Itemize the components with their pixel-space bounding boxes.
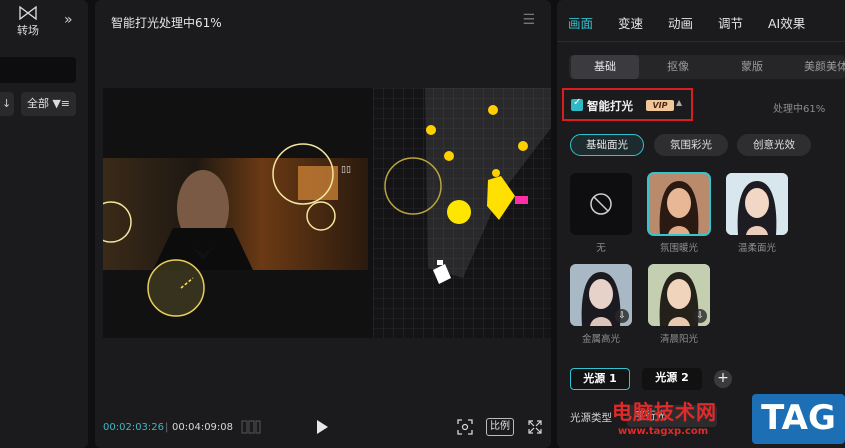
preset-thumb: [570, 173, 632, 235]
check-icon: ✓: [573, 97, 582, 108]
light-dot[interactable]: [492, 169, 500, 177]
light-point[interactable]: [447, 200, 471, 224]
transition-icon: [19, 6, 37, 20]
preset-caption: 氛围暖光: [659, 243, 698, 254]
watermark-url: www.tagxp.com: [618, 426, 709, 437]
light-dot[interactable]: [426, 125, 436, 135]
tab-ai-effects[interactable]: AI效果: [768, 13, 805, 32]
preset-morning-sun[interactable]: ⇩ 清晨阳光: [648, 264, 710, 345]
smart-light-label: 智能打光: [587, 99, 633, 113]
timeline-grid-icon[interactable]: [241, 419, 261, 435]
sub-tabs: 基础 抠像 蒙版 美颜美体: [569, 55, 845, 79]
light-dot[interactable]: [488, 105, 498, 115]
processing-status: 处理中61%: [773, 104, 826, 115]
total-time: 00:04:09:08: [172, 422, 234, 433]
subtab-mask[interactable]: 蒙版: [719, 55, 785, 79]
preset-soft-face[interactable]: 温柔面光: [726, 173, 788, 254]
light-dot[interactable]: [444, 151, 454, 161]
preset-metal-highlight[interactable]: ⇩ 金属高光: [570, 264, 632, 345]
tab-picture[interactable]: 画面: [568, 13, 593, 32]
vip-badge: VIP: [646, 100, 674, 111]
preset-caption: 温柔面光: [737, 243, 776, 254]
double-chevron-right-icon[interactable]: »: [64, 12, 73, 28]
source-type-label: 光源类型: [570, 412, 612, 424]
filter-label: 全部: [27, 97, 49, 110]
mode-basic-face-light[interactable]: 基础面光: [570, 134, 644, 156]
preset-caption: 无: [596, 243, 606, 254]
transition-label: 转场: [17, 24, 39, 37]
smart-light-checkbox[interactable]: ✓: [571, 97, 583, 111]
watermark-logo-text: TAG: [761, 398, 836, 438]
light-emitter[interactable]: [515, 196, 528, 204]
player-panel: 智能打光处理中61% ☰ ▯▯ 00:02:03:26 | 00:04:09:0…: [95, 0, 551, 448]
tab-animation[interactable]: 动画: [668, 13, 693, 32]
smart-light-row: ✓ 智能打光 VIP ▲ 处理中61% ‹: [562, 88, 839, 121]
filter-icon: ▼≡: [52, 97, 70, 110]
property-tabs: 画面 变速 动画 调节 AI效果: [557, 0, 845, 42]
preview-svg: ▯▯: [103, 88, 551, 338]
left-panel: 转场 » ↓ 全部 ▼≡: [0, 0, 88, 448]
preset-thumb: ⇩: [570, 264, 632, 326]
subtab-beauty[interactable]: 美颜美体: [791, 55, 845, 79]
preset-warm-ambient[interactable]: 氛围暖光: [647, 172, 711, 254]
portrait-image: [648, 173, 710, 235]
preset-none[interactable]: 无: [570, 173, 632, 254]
subtab-basic[interactable]: 基础: [571, 55, 639, 79]
light-source-handle[interactable]: [147, 259, 205, 317]
current-time: 00:02:03:26: [103, 422, 165, 433]
properties-panel: 画面 变速 动画 调节 AI效果 基础 抠像 蒙版 美颜美体 ✓ 智能打光 VI…: [557, 0, 845, 448]
mode-creative-light[interactable]: 创意光效: [737, 134, 811, 156]
focus-icon[interactable]: [457, 419, 473, 435]
none-circle-slash-icon: [590, 193, 612, 215]
player-title: 智能打光处理中61%: [111, 16, 222, 30]
preset-caption: 金属高光: [581, 334, 620, 345]
site-watermark: 电脑技术网 www.tagxp.com TAG: [612, 392, 845, 448]
preview-canvas[interactable]: ▯▯: [103, 88, 551, 338]
overlay-marker-icon: ▯▯: [341, 165, 351, 175]
tab-transition[interactable]: 转场: [6, 6, 50, 42]
app-window: 转场 » ↓ 全部 ▼≡ 智能打光处理中61% ☰ ▯▯ 00:02:03:26…: [0, 0, 845, 448]
sort-button[interactable]: ↓: [0, 92, 14, 116]
add-light-source-button[interactable]: +: [714, 370, 732, 388]
preset-thumb: [647, 172, 711, 236]
collapse-caret-icon[interactable]: ▲: [676, 98, 682, 107]
tab-adjust[interactable]: 调节: [718, 13, 743, 32]
download-icon[interactable]: ⇩: [693, 309, 707, 323]
preset-thumb: [726, 173, 788, 235]
tab-speed[interactable]: 变速: [618, 13, 643, 32]
watermark-text: 电脑技术网: [612, 400, 717, 424]
mode-ambient-color-light[interactable]: 氛围彩光: [654, 134, 728, 156]
ratio-button[interactable]: 比例: [486, 418, 514, 436]
preset-caption: 清晨阳光: [659, 334, 698, 345]
portrait-image: [726, 173, 788, 235]
hamburger-menu-icon[interactable]: ☰: [522, 12, 535, 28]
play-button[interactable]: [313, 417, 331, 437]
left-search-input[interactable]: [0, 57, 76, 83]
preset-thumb: ⇩: [648, 264, 710, 326]
subtab-cutout[interactable]: 抠像: [645, 55, 711, 79]
fullscreen-icon[interactable]: [527, 419, 543, 435]
time-separator: |: [165, 422, 169, 433]
download-icon[interactable]: ⇩: [615, 309, 629, 323]
light-dot[interactable]: [518, 141, 528, 151]
light-source-tab-1[interactable]: 光源 1: [570, 368, 630, 390]
watermark-logo: TAG: [752, 394, 845, 444]
light-source-tab-2[interactable]: 光源 2: [642, 368, 702, 390]
filter-dropdown[interactable]: 全部 ▼≡: [21, 92, 76, 116]
